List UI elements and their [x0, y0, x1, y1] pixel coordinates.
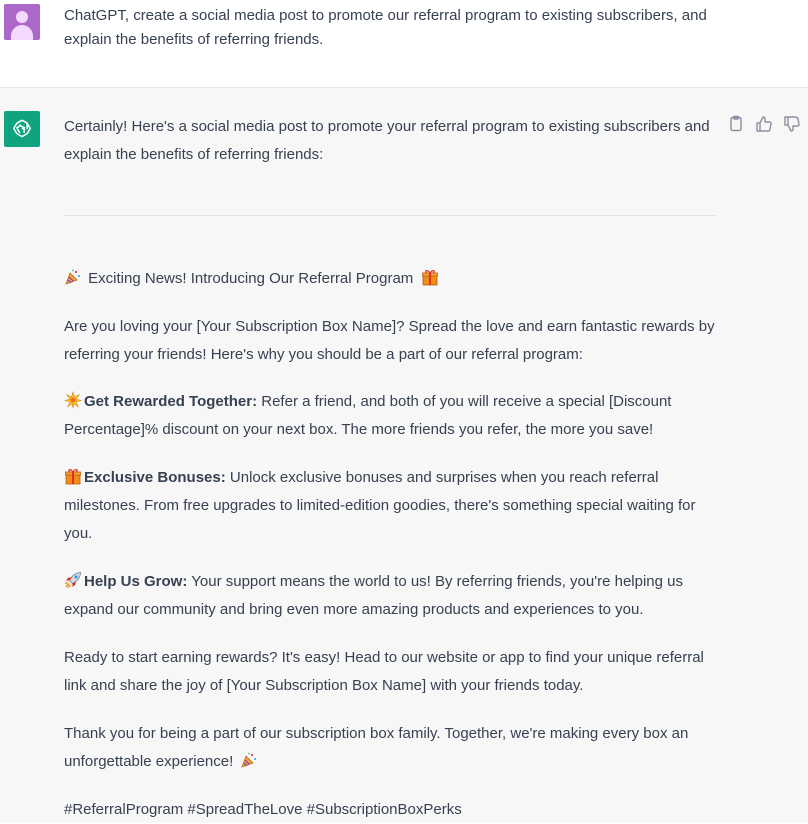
- user-avatar-body: [11, 25, 33, 40]
- copy-icon[interactable]: [726, 114, 746, 134]
- gift-icon: [64, 467, 82, 485]
- thumbs-up-icon[interactable]: [754, 114, 774, 134]
- benefit-title: Get Rewarded Together:: [84, 393, 258, 410]
- benefit-title: Exclusive Bonuses:: [84, 469, 226, 486]
- post-paragraph-thanks: Thank you for being a part of our subscr…: [64, 720, 716, 776]
- benefit-title: Help Us Grow:: [84, 573, 188, 590]
- message-actions: [726, 114, 802, 134]
- post-hashtags: #ReferralProgram #SpreadTheLove #Subscri…: [64, 801, 462, 818]
- chatgpt-logo-icon: [4, 111, 40, 147]
- user-avatar: [4, 4, 40, 40]
- thanks-text: Thank you for being a part of our subscr…: [64, 725, 689, 770]
- sparkle-burst-icon: [63, 390, 83, 409]
- benefit-item: Get Rewarded Together: Refer a friend, a…: [63, 388, 716, 444]
- party-popper-icon: [240, 751, 258, 769]
- divider: [64, 215, 716, 216]
- post-paragraph-intro: Are you loving your [Your Subscription B…: [64, 318, 715, 363]
- benefit-item: Help Us Grow: Your support means the wor…: [64, 568, 716, 624]
- user-avatar-head: [16, 11, 28, 23]
- benefit-item: Exclusive Bonuses: Unlock exclusive bonu…: [64, 464, 716, 548]
- thumbs-down-icon[interactable]: [782, 114, 802, 134]
- headline-text: Exciting News! Introducing Our Referral …: [88, 270, 414, 287]
- gift-icon: [421, 268, 439, 286]
- user-message-row: ChatGPT, create a social media post to p…: [0, 0, 808, 88]
- assistant-message-row: Certainly! Here's a social media post to…: [0, 88, 808, 823]
- post-headline: Exciting News! Introducing Our Referral …: [64, 265, 716, 293]
- assistant-intro: Certainly! Here's a social media post to…: [64, 118, 710, 163]
- post-paragraph-ready: Ready to start earning rewards? It's eas…: [64, 649, 704, 694]
- rocket-icon: [64, 571, 82, 589]
- user-message-text: ChatGPT, create a social media post to p…: [64, 7, 707, 48]
- party-popper-icon: [64, 268, 82, 286]
